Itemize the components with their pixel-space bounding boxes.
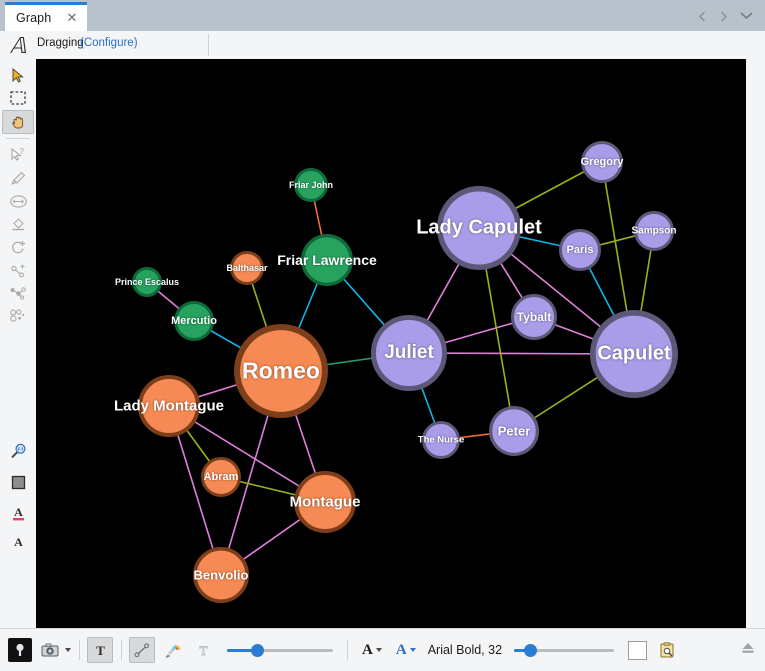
edge-weight-slider-knob[interactable] [250, 644, 264, 657]
font-color-dropdown-caret[interactable] [409, 648, 416, 652]
paint-bucket-tool[interactable] [3, 213, 33, 235]
eject-panel-button[interactable] [741, 641, 755, 659]
graph-node[interactable] [371, 315, 447, 391]
graph-node[interactable] [174, 301, 214, 341]
small-a-icon: A [362, 641, 373, 658]
edge-color-button[interactable] [161, 638, 185, 662]
appearance-bottom-bar: T T A A Arial Bold, 32 [0, 628, 765, 671]
graph-node[interactable] [301, 234, 354, 287]
configure-link[interactable]: (Configure) [80, 37, 138, 49]
graph-node[interactable] [437, 185, 522, 270]
blue-a-icon: A [395, 641, 407, 658]
graph-node[interactable] [634, 211, 674, 251]
label-color-swatch[interactable] [628, 640, 648, 660]
mode-label: Dragging [37, 37, 84, 49]
brush-paint-tool[interactable] [3, 167, 33, 189]
node-text-button[interactable]: T [87, 637, 113, 663]
graph-node[interactable] [581, 141, 623, 183]
graph-canvas[interactable]: Romeo Juliet Capulet Lady Capulet Lady Monta… [36, 59, 746, 628]
edge-weight-slider[interactable] [227, 643, 333, 657]
graph-node[interactable] [489, 406, 539, 456]
palette-divider [6, 138, 30, 139]
neighbour-select-tool[interactable] [3, 305, 33, 327]
graph-node[interactable] [559, 229, 601, 271]
gephi-logo-icon: 𝔸 [9, 33, 29, 58]
svg-text:?: ? [19, 148, 24, 156]
graph-node[interactable] [233, 323, 328, 418]
node-size-tool[interactable] [3, 190, 33, 212]
graph-node[interactable] [193, 547, 250, 604]
graph-node[interactable] [511, 294, 557, 340]
font-decrease-group[interactable]: A [362, 641, 382, 658]
palette-spacer [0, 328, 36, 440]
drag-hand-tool[interactable] [2, 110, 34, 134]
background-color-tool[interactable] [3, 471, 33, 493]
tab-nav-group [698, 0, 759, 31]
screenshot-options-dropdown[interactable] [65, 648, 71, 652]
label-size-slider-knob[interactable] [524, 644, 538, 657]
tab-graph[interactable]: Graph ✕ [5, 2, 87, 31]
toolbar-divider [208, 34, 209, 56]
font-size-dropdown-caret[interactable] [375, 648, 382, 652]
label-attributes-button[interactable] [655, 638, 679, 662]
show-edges-button[interactable] [129, 637, 155, 663]
close-icon[interactable]: ✕ [66, 11, 78, 24]
svg-text:T: T [199, 643, 207, 658]
graph-node[interactable] [137, 375, 201, 438]
bottom-divider-1 [79, 640, 80, 660]
node-info-tool[interactable]: ? [3, 144, 33, 166]
node-layer [132, 141, 678, 604]
tab-bar: Graph ✕ [0, 0, 765, 31]
screenshot-button[interactable] [38, 638, 62, 662]
show-node-labels-button[interactable] [8, 638, 32, 662]
chevron-left-icon[interactable] [698, 11, 707, 22]
graph-node[interactable] [132, 267, 162, 297]
graph-node[interactable] [294, 168, 328, 202]
graph-node[interactable] [230, 251, 264, 285]
tool-palette: ? A A [0, 59, 37, 628]
edge-text-button[interactable]: T [191, 638, 215, 662]
tab-graph-label: Graph [16, 11, 52, 25]
label-color-tool[interactable]: A [3, 502, 33, 524]
svg-text:A: A [14, 505, 23, 519]
svg-text:A: A [14, 535, 23, 549]
shortest-path-tool[interactable] [3, 282, 33, 304]
create-node-tool[interactable] [3, 236, 33, 258]
bottom-divider-2 [121, 640, 122, 660]
selection-arrow-tool[interactable] [3, 64, 33, 86]
graph-node[interactable] [294, 471, 357, 534]
chevron-down-icon[interactable] [740, 11, 753, 20]
create-edge-tool[interactable] [3, 259, 33, 281]
chevron-right-icon[interactable] [719, 11, 728, 22]
graph-svg[interactable] [36, 59, 746, 628]
font-label[interactable]: Arial Bold, 32 [428, 643, 502, 657]
mode-toolbar: 𝔸 Dragging (Configure) [0, 31, 765, 60]
graph-node[interactable] [589, 310, 678, 398]
font-color-group[interactable]: A [395, 641, 416, 658]
zoom-select-tool[interactable] [3, 440, 33, 462]
svg-text:T: T [96, 643, 105, 658]
label-font-tool[interactable]: A [3, 530, 33, 552]
label-size-slider[interactable] [514, 643, 615, 657]
gephi-window: Graph ✕ 𝔸 Dragging (Configure) ? A A Rom… [0, 0, 765, 671]
bottom-divider-3 [347, 640, 348, 660]
graph-node[interactable] [201, 457, 241, 497]
canvas-right-gutter [746, 59, 765, 628]
rectangle-selection-tool[interactable] [3, 87, 33, 109]
graph-node[interactable] [422, 421, 460, 459]
